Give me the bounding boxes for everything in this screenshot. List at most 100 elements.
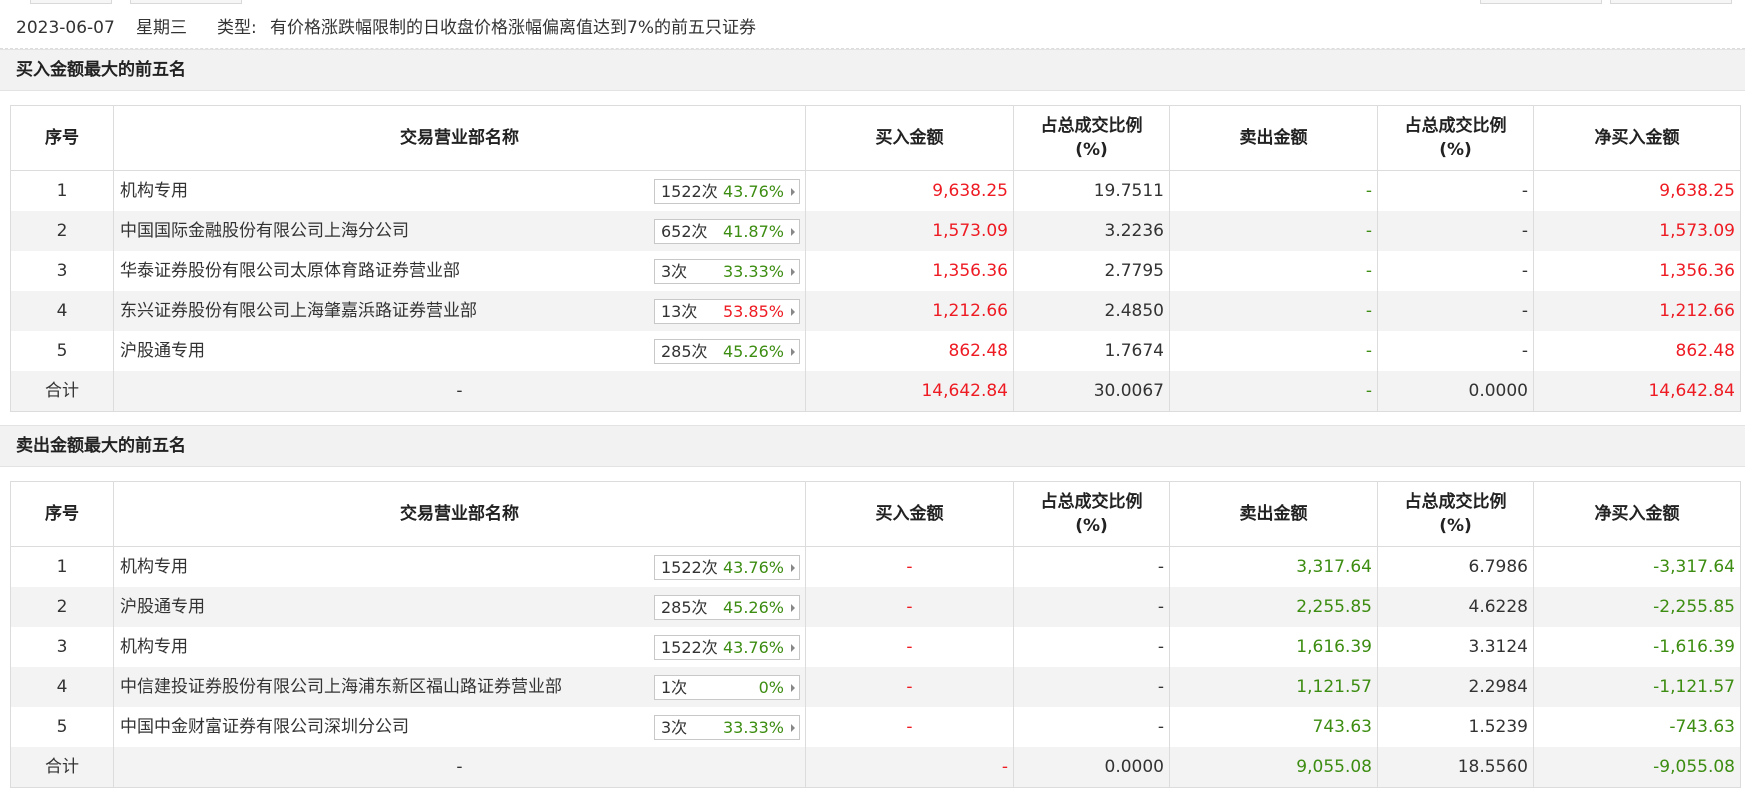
- listing-count: 3次: [661, 718, 688, 737]
- branch-stats-badge[interactable]: 285次 45.26%: [654, 339, 800, 364]
- win-rate: 45.26%: [722, 342, 784, 361]
- table-row: 5 中国中金财富证券有限公司深圳分公司 3次 33.33% - -743.63 1.5239…: [10, 707, 1741, 747]
- row-index: 1: [10, 546, 114, 587]
- table-row: 1 机构专用 1522次 43.76% 9,638.25 19.7511- -9,638.2…: [10, 170, 1741, 211]
- listing-count: 1522次: [661, 182, 718, 201]
- win-rate: 43.76%: [722, 182, 784, 201]
- sell-amount: -: [1169, 211, 1378, 251]
- branch-name-link[interactable]: 华泰证券股份有限公司太原体育路证券营业部: [120, 251, 460, 291]
- branch-name-cell: 中国国际金融股份有限公司上海分公司 652次 41.87%: [113, 211, 806, 251]
- branch-stats-badge[interactable]: 652次 41.87%: [654, 219, 800, 244]
- branch-name-cell: 机构专用 1522次 43.76%: [113, 627, 806, 667]
- branch-stats-badge[interactable]: 1522次 43.76%: [654, 555, 800, 580]
- net-amount: -2,255.85: [1533, 587, 1741, 627]
- caret-right-icon: [791, 724, 795, 732]
- tab-stub[interactable]: [1610, 0, 1732, 4]
- table-row: 3 华泰证券股份有限公司太原体育路证券营业部 3次 33.33% 1,356.36 2.7…: [10, 251, 1741, 291]
- buy-ratio: 2.7795: [1013, 251, 1170, 291]
- row-index: 4: [10, 291, 114, 331]
- sell-ratio: -: [1377, 170, 1534, 211]
- row-index: 4: [10, 667, 114, 707]
- col-header-sell: 卖出金额: [1169, 481, 1378, 547]
- buy-amount: 862.48: [805, 331, 1014, 371]
- branch-stats-badge[interactable]: 1522次 43.76%: [654, 179, 800, 204]
- branch-name-cell: 沪股通专用 285次 45.26%: [113, 587, 806, 627]
- total-row: 合计 - -0.0000 9,055.08 18.5560 -9,055.08: [10, 747, 1741, 788]
- branch-stats-badge[interactable]: 1522次 43.76%: [654, 635, 800, 660]
- branch-name-link[interactable]: 沪股通专用: [120, 331, 205, 371]
- sell-ratio: 1.5239: [1377, 707, 1534, 747]
- row-index: 2: [10, 211, 114, 251]
- tab-stub[interactable]: [30, 0, 112, 4]
- net-amount: 1,573.09: [1533, 211, 1741, 251]
- branch-name-cell: 沪股通专用 285次 45.26%: [113, 331, 806, 371]
- table-header-row: 序号 交易营业部名称 买入金额 占总成交比例 (%) 卖出金额 占总成交比例 (%) 净买入金额: [10, 105, 1741, 171]
- buy-amount: 1,356.36: [805, 251, 1014, 291]
- win-rate: 41.87%: [722, 222, 784, 241]
- win-rate: 33.33%: [722, 262, 784, 281]
- branch-name-link[interactable]: 东兴证券股份有限公司上海肇嘉浜路证券营业部: [120, 291, 477, 331]
- listing-count: 285次: [661, 342, 708, 361]
- buy-ratio: -: [1013, 546, 1170, 587]
- branch-stats-badge[interactable]: 1次 0%: [654, 675, 800, 700]
- header-ratio-top: 占总成交比例: [1404, 116, 1507, 136]
- net-amount: -3,317.64: [1533, 546, 1741, 587]
- type-label: 类型:: [217, 18, 257, 38]
- buy-ratio: 1.7674: [1013, 331, 1170, 371]
- tab-stub[interactable]: [130, 0, 242, 4]
- listing-count: 1522次: [661, 558, 718, 577]
- branch-name-link[interactable]: 机构专用: [120, 547, 188, 587]
- win-rate: 45.26%: [722, 598, 784, 617]
- branch-name-link[interactable]: 中国国际金融股份有限公司上海分公司: [120, 211, 409, 251]
- total-sell-ratio: 0.0000: [1377, 371, 1534, 412]
- type-text: 有价格涨跌幅限制的日收盘价格涨幅偏离值达到7%的前五只证券: [270, 18, 756, 38]
- branch-name-link[interactable]: 中信建投证券股份有限公司上海浦东新区福山路证券营业部: [120, 667, 562, 707]
- buy-section-title: 买入金额最大的前五名: [0, 49, 1745, 91]
- header-ratio-unit: (%): [1075, 516, 1108, 536]
- net-amount: 862.48: [1533, 331, 1741, 371]
- total-label: 合计: [10, 747, 114, 788]
- sell-ratio: 4.6228: [1377, 587, 1534, 627]
- net-amount: 9,638.25: [1533, 170, 1741, 211]
- col-header-net: 净买入金额: [1533, 105, 1741, 171]
- branch-stats-badge[interactable]: 13次 53.85%: [654, 299, 800, 324]
- sell-amount: -: [1169, 251, 1378, 291]
- col-header-sell-ratio: 占总成交比例 (%): [1377, 481, 1534, 547]
- branch-name-cell: 中信建投证券股份有限公司上海浦东新区福山路证券营业部 1次 0%: [113, 667, 806, 707]
- table-row: 1 机构专用 1522次 43.76% - -3,317.64 6.7986 -3,317.6…: [10, 546, 1741, 587]
- listing-count: 285次: [661, 598, 708, 617]
- branch-name-link[interactable]: 中国中金财富证券有限公司深圳分公司: [120, 707, 409, 747]
- caret-right-icon: [791, 604, 795, 612]
- row-index: 3: [10, 627, 114, 667]
- total-buy-amount: 14,642.84: [805, 371, 1014, 412]
- branch-name-cell: 东兴证券股份有限公司上海肇嘉浜路证券营业部 13次 53.85%: [113, 291, 806, 331]
- col-header-buy-ratio: 占总成交比例 (%): [1013, 481, 1170, 547]
- buy-ratio: 19.7511: [1013, 170, 1170, 211]
- branch-name-link[interactable]: 机构专用: [120, 627, 188, 667]
- col-header-buy: 买入金额: [805, 105, 1014, 171]
- tab-stub[interactable]: [1480, 0, 1602, 4]
- branch-name-cell: 机构专用 1522次 43.76%: [113, 170, 806, 211]
- listing-count: 1522次: [661, 638, 718, 657]
- net-amount: 1,356.36: [1533, 251, 1741, 291]
- buy-amount: 9,638.25: [805, 170, 1014, 211]
- sell-ratio: -: [1377, 211, 1534, 251]
- header-ratio-top: 占总成交比例: [1040, 492, 1143, 512]
- header-ratio-unit: (%): [1439, 140, 1472, 160]
- table-row: 2 中国国际金融股份有限公司上海分公司 652次 41.87% 1,573.09 3.22…: [10, 211, 1741, 251]
- sell-ratio: -: [1377, 251, 1534, 291]
- win-rate: 53.85%: [722, 302, 784, 321]
- total-name: -: [113, 371, 806, 412]
- net-amount: 1,212.66: [1533, 291, 1741, 331]
- col-header-buy-ratio: 占总成交比例 (%): [1013, 105, 1170, 171]
- branch-stats-badge[interactable]: 3次 33.33%: [654, 715, 800, 740]
- branch-name-link[interactable]: 机构专用: [120, 171, 188, 211]
- branch-name-link[interactable]: 沪股通专用: [120, 587, 205, 627]
- branch-stats-badge[interactable]: 285次 45.26%: [654, 595, 800, 620]
- total-label: 合计: [10, 371, 114, 412]
- table-row: 4 中信建投证券股份有限公司上海浦东新区福山路证券营业部 1次 0% - -1,121.5…: [10, 667, 1741, 707]
- weekday: 星期三: [136, 18, 187, 38]
- sell-ratio: 2.2984: [1377, 667, 1534, 707]
- branch-stats-badge[interactable]: 3次 33.33%: [654, 259, 800, 284]
- branch-name-cell: 华泰证券股份有限公司太原体育路证券营业部 3次 33.33%: [113, 251, 806, 291]
